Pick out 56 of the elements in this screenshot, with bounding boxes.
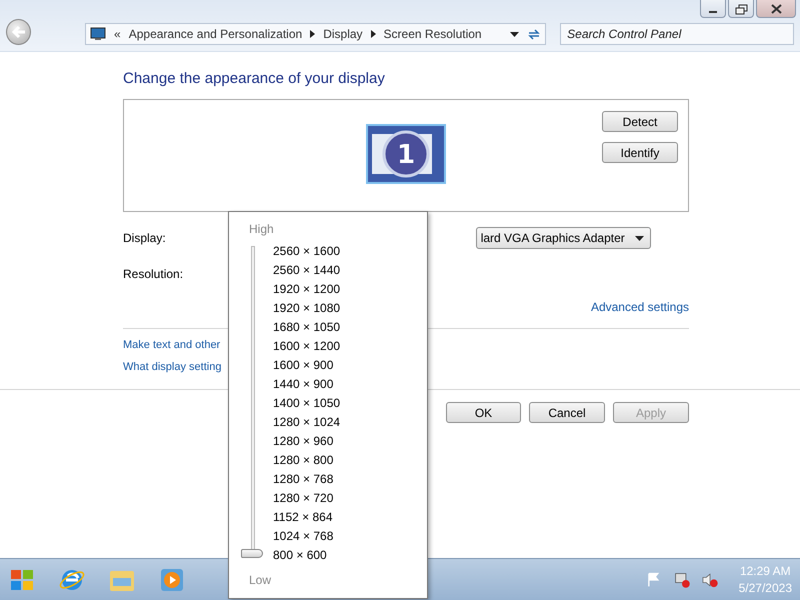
- monitor-icon: [90, 27, 106, 41]
- breadcrumb-item[interactable]: Screen Resolution: [384, 27, 482, 41]
- resolution-option[interactable]: 1440 × 900: [273, 375, 340, 394]
- resolution-option[interactable]: 1152 × 864: [273, 508, 340, 527]
- chevron-right-icon: [310, 30, 316, 38]
- resolution-option[interactable]: 2560 × 1440: [273, 261, 340, 280]
- minimize-icon: [708, 10, 716, 12]
- close-icon: [770, 4, 782, 14]
- help-link[interactable]: Make text and other: [123, 339, 220, 351]
- chevron-right-icon: [370, 30, 376, 38]
- resolution-option[interactable]: 800 × 600: [273, 546, 340, 565]
- dropdown-arrow-icon: [634, 236, 644, 240]
- breadcrumb-item[interactable]: Display: [323, 27, 363, 41]
- arrow-left-icon: [10, 24, 27, 40]
- resolution-option[interactable]: 1920 × 1200: [273, 280, 340, 299]
- advanced-settings-link[interactable]: Advanced settings: [590, 300, 689, 314]
- network-error-icon[interactable]: [672, 570, 691, 588]
- low-label: Low: [249, 573, 272, 587]
- resolution-option[interactable]: 1280 × 1024: [273, 413, 340, 432]
- resolution-option[interactable]: 1280 × 720: [273, 489, 340, 508]
- page-heading: Change the appearance of your display: [123, 70, 386, 87]
- clock-time: 12:29 AM: [740, 562, 791, 580]
- overflow-chevron[interactable]: «: [114, 27, 121, 41]
- address-bar[interactable]: « Appearance and Personalization Display Screen Resolution: [85, 23, 546, 45]
- dropdown-arrow-icon[interactable]: [510, 32, 520, 36]
- resolution-option[interactable]: 1280 × 768: [273, 470, 340, 489]
- maximize-button[interactable]: [728, 0, 754, 18]
- dialog-button[interactable]: OK: [446, 402, 521, 423]
- identify-button[interactable]: Identify: [602, 142, 678, 163]
- minimize-button[interactable]: [700, 0, 726, 18]
- high-label: High: [249, 222, 275, 236]
- field-label: Resolution:: [123, 267, 184, 281]
- resolution-option[interactable]: 1400 × 1050: [273, 394, 340, 413]
- back-button[interactable]: [6, 19, 32, 45]
- resolution-option[interactable]: 1280 × 960: [273, 432, 340, 451]
- resolution-option[interactable]: 1600 × 900: [273, 356, 340, 375]
- monitor-preview[interactable]: 1: [366, 124, 446, 184]
- help-link[interactable]: What display setting: [123, 361, 222, 373]
- resolution-option[interactable]: 1280 × 800: [273, 451, 340, 470]
- resolution-option[interactable]: 1024 × 768: [273, 527, 340, 546]
- volume-muted-icon[interactable]: [700, 570, 719, 588]
- refresh-icon[interactable]: [527, 28, 542, 40]
- breadcrumb-item[interactable]: Appearance and Personalization: [128, 27, 302, 41]
- display-dropdown[interactable]: lard VGA Graphics Adapter: [476, 227, 651, 249]
- resolution-option[interactable]: 2560 × 1600: [273, 242, 340, 261]
- field-label: Display:: [123, 231, 166, 245]
- restore-icon: [735, 4, 747, 14]
- search-field[interactable]: Search Control Panel: [560, 23, 794, 45]
- resolution-option[interactable]: 1600 × 1200: [273, 337, 340, 356]
- close-button[interactable]: [756, 0, 796, 18]
- slider-thumb[interactable]: [241, 549, 263, 558]
- clock-date: 5/27/2023: [738, 580, 792, 596]
- detect-button[interactable]: Detect: [602, 111, 678, 132]
- resolution-option[interactable]: 1920 × 1080: [273, 299, 340, 318]
- resolution-option[interactable]: 1680 × 1050: [273, 318, 340, 337]
- dialog-button[interactable]: Cancel: [529, 402, 605, 423]
